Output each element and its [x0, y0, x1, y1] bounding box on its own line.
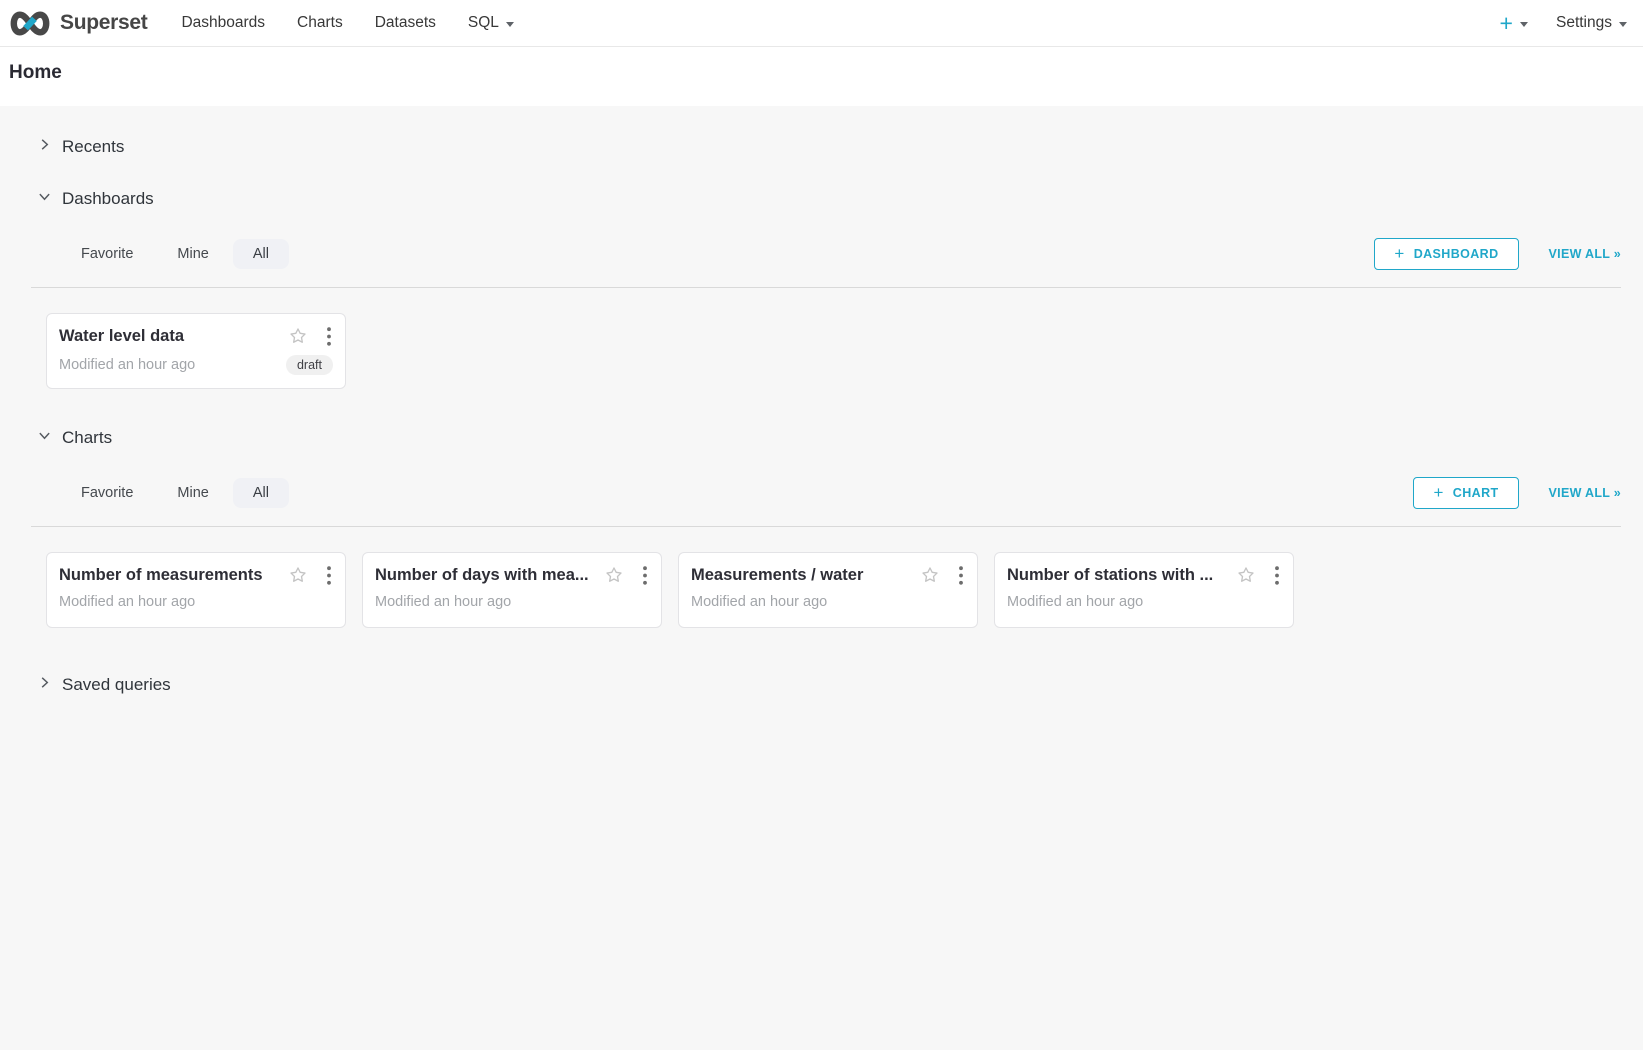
- card-header: Number of stations with ...: [1007, 565, 1281, 585]
- new-dashboard-button-label: DASHBOARD: [1414, 247, 1499, 261]
- settings-label: Settings: [1556, 14, 1612, 32]
- card-header: Measurements / water: [691, 565, 965, 585]
- charts-view-all-link[interactable]: VIEW ALL »: [1549, 486, 1621, 500]
- superset-logo[interactable]: Superset: [8, 10, 147, 37]
- charts-divider: [31, 526, 1621, 527]
- card-header: Water level data: [59, 326, 333, 346]
- page-header: Home: [0, 47, 1643, 106]
- top-navbar: Superset Dashboards Charts Datasets SQL …: [0, 0, 1643, 47]
- card-footer: Modified an hour ago: [691, 594, 965, 610]
- nav-sql[interactable]: SQL: [452, 0, 530, 46]
- kebab-menu-icon[interactable]: [957, 566, 965, 585]
- favorite-star-icon[interactable]: [920, 565, 940, 585]
- charts-tab-mine[interactable]: Mine: [157, 478, 228, 508]
- new-dashboard-button[interactable]: + DASHBOARD: [1374, 238, 1518, 270]
- card-modified-text: Modified an hour ago: [1007, 594, 1281, 610]
- card-title: Number of days with mea...: [375, 566, 604, 585]
- home-content: Recents Dashboards Favorite Mine All + D…: [0, 106, 1643, 700]
- draft-status-badge: draft: [286, 355, 333, 375]
- charts-cards: Number of measurements Modified an hour …: [46, 552, 1621, 628]
- favorite-star-icon[interactable]: [604, 565, 624, 585]
- card-title: Number of measurements: [59, 566, 288, 585]
- caret-down-icon: [506, 22, 514, 27]
- main-nav: Dashboards Charts Datasets SQL: [165, 0, 529, 46]
- card-title: Measurements / water: [691, 566, 920, 585]
- charts-tab-favorite[interactable]: Favorite: [61, 478, 153, 508]
- dashboards-controls: Favorite Mine All + DASHBOARD VIEW ALL »: [31, 238, 1621, 270]
- card-modified-text: Modified an hour ago: [691, 594, 965, 610]
- card-footer: Modified an hour ago: [375, 594, 649, 610]
- card-footer: Modified an hour ago draft: [59, 355, 333, 375]
- kebab-menu-icon[interactable]: [325, 566, 333, 585]
- settings-dropdown[interactable]: Settings: [1556, 14, 1627, 32]
- chart-card-measurements-water[interactable]: Measurements / water Modified an hour ag…: [678, 552, 978, 628]
- favorite-star-icon[interactable]: [288, 565, 308, 585]
- caret-down-icon: [1520, 22, 1528, 27]
- dashboards-tab-favorite[interactable]: Favorite: [61, 239, 153, 269]
- charts-controls: Favorite Mine All + CHART VIEW ALL »: [31, 477, 1621, 509]
- dashboards-section-label: Dashboards: [62, 189, 154, 209]
- brand-name: Superset: [60, 11, 147, 35]
- dashboards-tab-all[interactable]: All: [233, 239, 289, 269]
- chart-card-number-of-days[interactable]: Number of days with mea... Modified an h…: [362, 552, 662, 628]
- card-modified-text: Modified an hour ago: [59, 357, 286, 373]
- page-title: Home: [9, 62, 1627, 84]
- saved-queries-section-toggle[interactable]: Saved queries: [38, 670, 1621, 700]
- card-title: Number of stations with ...: [1007, 566, 1236, 585]
- dashboard-card-water-level-data[interactable]: Water level data Modified an hour ago dr…: [46, 313, 346, 389]
- dashboards-view-all-link[interactable]: VIEW ALL »: [1549, 247, 1621, 261]
- charts-controls-right: + CHART VIEW ALL »: [1413, 477, 1621, 509]
- chevron-right-icon: [38, 138, 51, 156]
- charts-tabs: Favorite Mine All: [61, 478, 289, 508]
- charts-tab-all[interactable]: All: [233, 478, 289, 508]
- chevron-down-icon: [38, 190, 51, 208]
- navbar-right: + Settings: [1500, 13, 1627, 33]
- nav-dashboards[interactable]: Dashboards: [165, 0, 281, 46]
- card-title: Water level data: [59, 327, 288, 346]
- favorite-star-icon[interactable]: [1236, 565, 1256, 585]
- recents-section-label: Recents: [62, 137, 124, 157]
- new-chart-button[interactable]: + CHART: [1413, 477, 1518, 509]
- chevron-down-icon: [38, 429, 51, 447]
- new-chart-button-label: CHART: [1453, 486, 1499, 500]
- superset-infinity-icon: [8, 10, 52, 37]
- chart-card-number-of-measurements[interactable]: Number of measurements Modified an hour …: [46, 552, 346, 628]
- dashboards-divider: [31, 287, 1621, 288]
- chart-card-number-of-stations[interactable]: Number of stations with ... Modified an …: [994, 552, 1294, 628]
- plus-icon: +: [1500, 13, 1513, 33]
- kebab-menu-icon[interactable]: [641, 566, 649, 585]
- nav-charts[interactable]: Charts: [281, 0, 359, 46]
- dashboards-tabs: Favorite Mine All: [61, 239, 289, 269]
- card-footer: Modified an hour ago: [59, 594, 333, 610]
- card-header: Number of days with mea...: [375, 565, 649, 585]
- charts-section-toggle[interactable]: Charts: [38, 423, 1621, 453]
- nav-sql-label: SQL: [468, 14, 499, 32]
- chevron-right-icon: [38, 676, 51, 694]
- card-footer: Modified an hour ago: [1007, 594, 1281, 610]
- card-header: Number of measurements: [59, 565, 333, 585]
- nav-datasets[interactable]: Datasets: [359, 0, 452, 46]
- plus-icon: +: [1433, 487, 1443, 499]
- kebab-menu-icon[interactable]: [325, 327, 333, 346]
- nav-charts-label: Charts: [297, 14, 343, 32]
- plus-icon: +: [1394, 248, 1404, 260]
- charts-section-label: Charts: [62, 428, 112, 448]
- dashboards-controls-right: + DASHBOARD VIEW ALL »: [1374, 238, 1621, 270]
- dashboards-tab-mine[interactable]: Mine: [157, 239, 228, 269]
- new-item-dropdown[interactable]: +: [1500, 13, 1528, 33]
- favorite-star-icon[interactable]: [288, 326, 308, 346]
- dashboards-section-toggle[interactable]: Dashboards: [38, 184, 1621, 214]
- saved-queries-section-label: Saved queries: [62, 675, 171, 695]
- recents-section-toggle[interactable]: Recents: [38, 132, 1621, 162]
- caret-down-icon: [1619, 22, 1627, 27]
- nav-dashboards-label: Dashboards: [181, 14, 265, 32]
- nav-datasets-label: Datasets: [375, 14, 436, 32]
- dashboards-cards: Water level data Modified an hour ago dr…: [46, 313, 1621, 389]
- card-modified-text: Modified an hour ago: [59, 594, 333, 610]
- card-modified-text: Modified an hour ago: [375, 594, 649, 610]
- kebab-menu-icon[interactable]: [1273, 566, 1281, 585]
